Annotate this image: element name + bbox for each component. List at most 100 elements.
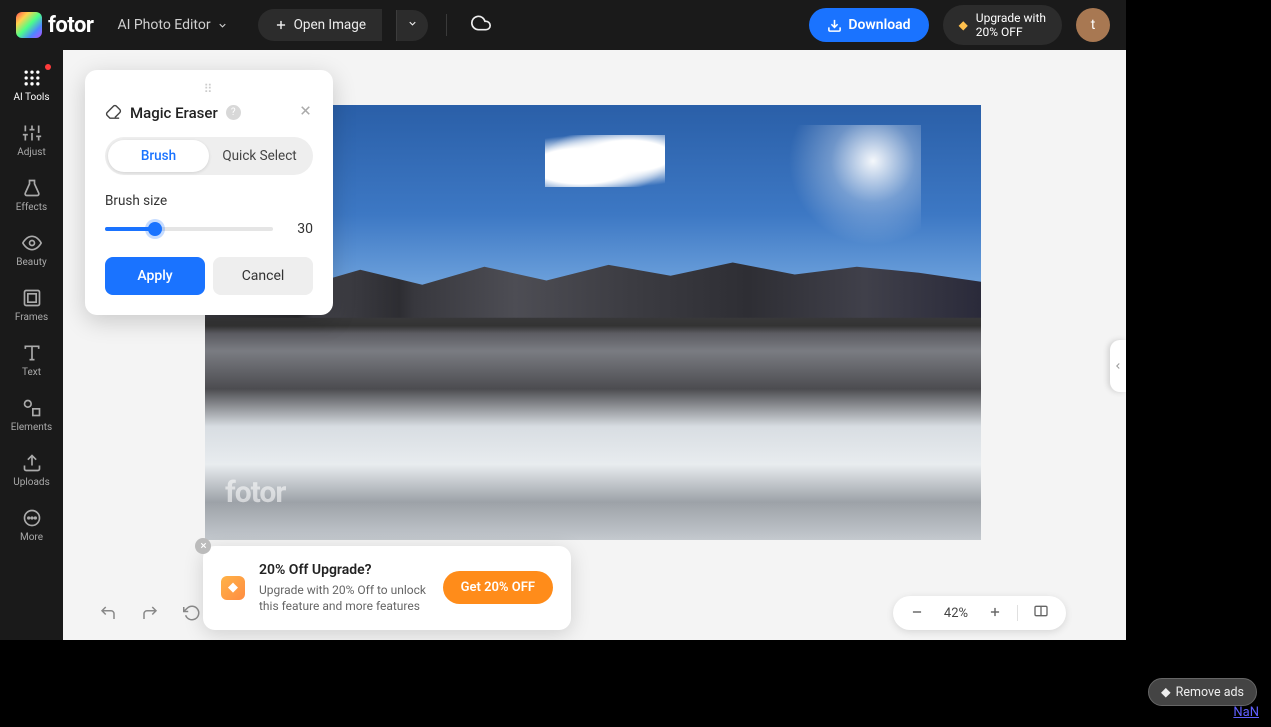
download-label: Download	[848, 17, 910, 33]
more-icon	[22, 508, 42, 528]
zoom-controls: 42%	[893, 596, 1066, 630]
diamond-icon: ◆	[221, 576, 245, 600]
logo-mark-icon	[16, 12, 42, 38]
magic-eraser-panel: ⠿ Magic Eraser ? Brush Quick Select Brus…	[85, 70, 333, 315]
tab-quick-select[interactable]: Quick Select	[209, 140, 310, 172]
sidebar-item-effects[interactable]: Effects	[0, 168, 63, 223]
brand-logo[interactable]: fotor	[16, 12, 93, 38]
separator	[446, 14, 447, 36]
zoom-in-button[interactable]	[985, 604, 1005, 623]
brush-size-row: 30	[105, 221, 313, 237]
sidebar-item-label: AI Tools	[13, 92, 49, 103]
apply-button[interactable]: Apply	[105, 257, 205, 295]
redo-icon	[141, 604, 159, 622]
sidebar-item-label: Text	[22, 367, 41, 378]
history-controls	[95, 600, 205, 630]
panel-actions: Apply Cancel	[105, 257, 313, 295]
reset-icon	[183, 604, 201, 622]
brush-size-value: 30	[287, 221, 313, 237]
chevron-down-icon	[407, 18, 418, 29]
open-image-split-button[interactable]	[396, 10, 428, 41]
chevron-down-icon	[217, 20, 228, 31]
editor-mode-dropdown[interactable]: AI Photo Editor	[117, 17, 227, 33]
promo-title: 20% Off Upgrade?	[259, 562, 429, 578]
undo-button[interactable]	[95, 600, 121, 630]
sidebar-item-uploads[interactable]: Uploads	[0, 443, 63, 498]
text-icon	[22, 343, 42, 363]
redo-button[interactable]	[137, 600, 163, 630]
slider-thumb[interactable]	[148, 222, 162, 236]
image-cloud	[545, 135, 665, 187]
reset-button[interactable]	[179, 600, 205, 630]
panel-drag-handle[interactable]: ⠿	[105, 82, 313, 96]
sliders-icon	[22, 123, 42, 143]
brush-size-slider[interactable]	[105, 227, 273, 231]
sidebar-item-text[interactable]: Text	[0, 333, 63, 388]
top-bar: fotor AI Photo Editor Open Image Downloa…	[0, 0, 1126, 50]
frame-icon	[22, 288, 42, 308]
eye-icon	[22, 233, 42, 253]
sidebar-item-label: Adjust	[17, 147, 46, 158]
flask-icon	[22, 178, 42, 198]
open-image-button[interactable]: Open Image	[258, 9, 382, 41]
brush-size-label: Brush size	[105, 193, 313, 209]
close-icon	[298, 103, 313, 118]
eraser-icon	[105, 104, 122, 121]
zoom-value[interactable]: 42%	[939, 606, 973, 621]
diamond-icon: ◆	[1161, 684, 1171, 700]
nan-link[interactable]: NaN	[1233, 705, 1259, 720]
sidebar-item-more[interactable]: More	[0, 498, 63, 553]
help-icon[interactable]: ?	[226, 105, 241, 120]
plus-icon	[274, 18, 288, 32]
avatar-letter: t	[1091, 17, 1096, 33]
sidebar-item-adjust[interactable]: Adjust	[0, 113, 63, 168]
cloud-icon	[471, 13, 491, 33]
promo-cta-button[interactable]: Get 20% OFF	[443, 571, 553, 604]
brand-name: fotor	[48, 13, 93, 38]
canvas-area[interactable]: fotor ⠿ Magic Eraser ? Brush Quick Selec…	[63, 50, 1126, 640]
sidebar-item-label: Beauty	[16, 257, 47, 268]
cancel-button[interactable]: Cancel	[213, 257, 313, 295]
editor-mode-label: AI Photo Editor	[117, 17, 210, 33]
promo-description: Upgrade with 20% Off to unlock this feat…	[259, 582, 429, 614]
sidebar-item-label: Elements	[11, 422, 52, 433]
main-area: AI Tools Adjust Effects Beauty Frames Te…	[0, 50, 1126, 640]
compare-icon	[1033, 603, 1049, 619]
sidebar-item-ai-tools[interactable]: AI Tools	[0, 58, 63, 113]
shapes-icon	[22, 398, 42, 418]
cloud-button[interactable]	[465, 7, 497, 43]
sidebar-item-frames[interactable]: Frames	[0, 278, 63, 333]
open-image-label: Open Image	[294, 17, 366, 33]
sidebar-item-label: Uploads	[13, 477, 49, 488]
notification-dot-icon	[45, 64, 51, 70]
sidebar-item-label: Frames	[15, 312, 48, 323]
minus-icon	[910, 605, 924, 619]
remove-ads-button[interactable]: ◆ Remove ads	[1148, 678, 1257, 706]
separator	[1017, 605, 1018, 621]
sidebar-item-label: More	[20, 532, 43, 543]
sidebar-item-elements[interactable]: Elements	[0, 388, 63, 443]
panel-collapse-button[interactable]	[1110, 340, 1126, 392]
image-sunflare	[761, 125, 921, 245]
diamond-icon: ◆	[959, 18, 968, 32]
chevron-left-icon	[1113, 361, 1123, 371]
sidebar-item-beauty[interactable]: Beauty	[0, 223, 63, 278]
plus-icon	[988, 605, 1002, 619]
compare-button[interactable]	[1030, 603, 1052, 623]
grid-icon	[22, 68, 42, 88]
upgrade-text: Upgrade with 20% OFF	[976, 11, 1046, 40]
download-icon	[827, 18, 842, 33]
promo-text: 20% Off Upgrade? Upgrade with 20% Off to…	[259, 562, 429, 614]
download-button[interactable]: Download	[809, 8, 928, 42]
promo-close-button[interactable]	[195, 538, 211, 554]
panel-close-button[interactable]	[298, 102, 313, 123]
zoom-out-button[interactable]	[907, 604, 927, 623]
upload-icon	[22, 453, 42, 473]
upgrade-line2: 20% OFF	[976, 25, 1023, 39]
tab-brush[interactable]: Brush	[108, 140, 209, 172]
sidebar-item-label: Effects	[16, 202, 47, 213]
remove-ads-label: Remove ads	[1176, 685, 1244, 700]
upgrade-button[interactable]: ◆ Upgrade with 20% OFF	[943, 5, 1062, 46]
avatar[interactable]: t	[1076, 8, 1110, 42]
upgrade-line1: Upgrade with	[976, 11, 1046, 25]
